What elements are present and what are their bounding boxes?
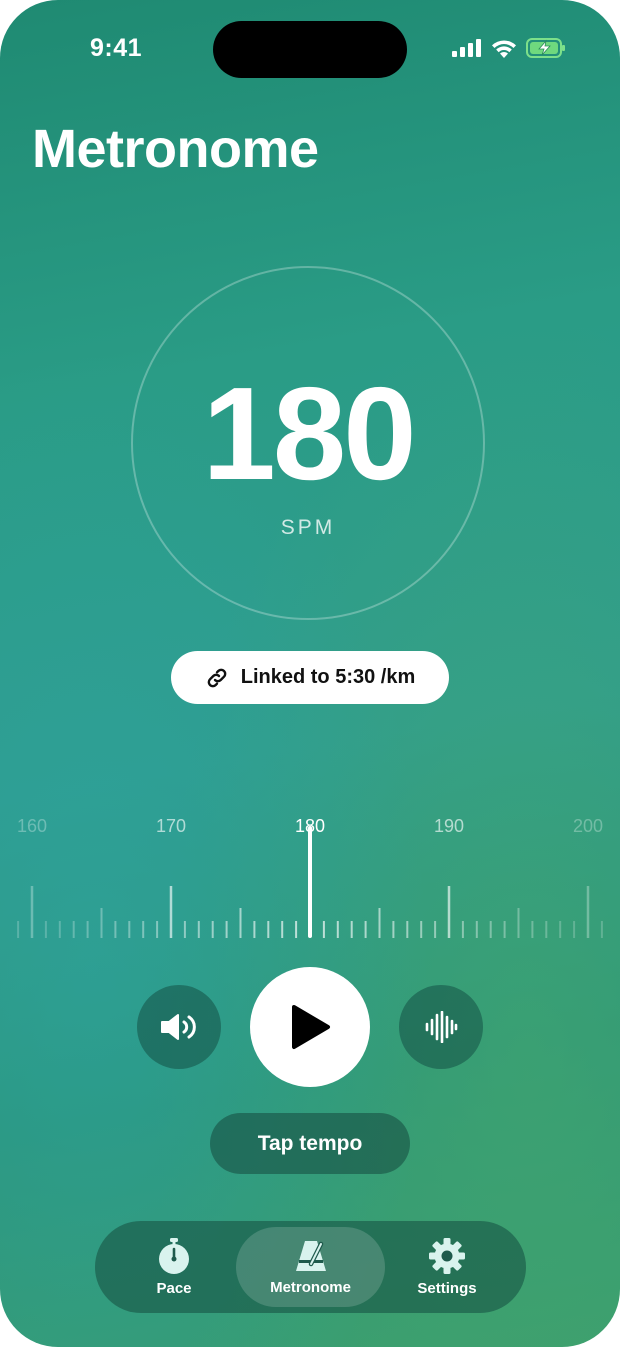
ruler-label: 170 — [156, 816, 186, 836]
app-screen: 9:41 Metronome 180 SPM Linked to 5:30 /k… — [0, 0, 620, 1347]
play-button[interactable] — [250, 967, 370, 1087]
tab-settings[interactable]: Settings — [388, 1227, 506, 1307]
battery-charging-icon — [526, 38, 565, 58]
tempo-unit: SPM — [280, 516, 336, 539]
tab-metronome[interactable]: Metronome — [236, 1227, 385, 1307]
dynamic-island — [213, 21, 407, 78]
ruler-label: 160 — [17, 816, 47, 836]
gear-icon — [429, 1238, 465, 1274]
metronome-icon — [295, 1241, 326, 1271]
tab-pace[interactable]: Pace — [115, 1227, 233, 1307]
linked-pace-button[interactable]: Linked to 5:30 /km — [171, 651, 449, 704]
play-icon — [292, 1005, 330, 1049]
cellular-signal-icon — [452, 39, 481, 57]
linked-pace-label: Linked to 5:30 /km — [240, 666, 416, 688]
stopwatch-icon — [159, 1238, 189, 1274]
link-icon — [207, 668, 227, 687]
tab-pace-label: Pace — [156, 1280, 192, 1297]
tap-tempo-button[interactable]: Tap tempo — [210, 1113, 410, 1174]
tab-bar: Pace Metronome Settings — [95, 1221, 526, 1313]
tab-metronome-label: Metronome — [270, 1279, 351, 1296]
tempo-dial: 180 SPM — [131, 266, 485, 620]
tempo-value: 180 — [202, 360, 416, 507]
wifi-icon — [492, 39, 516, 58]
page-title: Metronome — [32, 119, 319, 179]
tab-settings-label: Settings — [417, 1280, 477, 1297]
speaker-icon — [161, 1014, 196, 1040]
status-icons — [452, 38, 566, 58]
tempo-ruler[interactable]: 160170180190200 — [0, 800, 620, 950]
volume-button[interactable] — [137, 985, 221, 1069]
ruler-selection-indicator[interactable] — [308, 826, 312, 938]
status-time: 9:41 — [89, 34, 143, 62]
ruler-label: 200 — [573, 816, 603, 836]
ruler-label: 190 — [434, 816, 464, 836]
waveform-icon — [425, 1011, 458, 1043]
haptics-button[interactable] — [399, 985, 483, 1069]
